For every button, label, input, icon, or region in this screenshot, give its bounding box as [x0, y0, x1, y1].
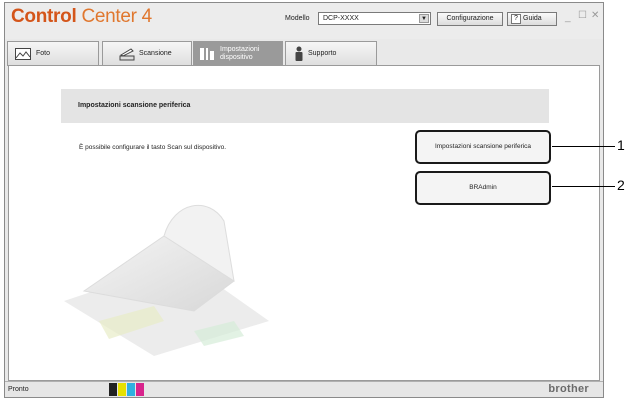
callout-number-1: 1: [617, 137, 625, 153]
model-value: DCP-XXXX: [323, 15, 359, 22]
status-bar: Pronto brother: [5, 381, 603, 397]
tab-impostazioni-dispositivo[interactable]: Impostazioni dispositivo: [193, 41, 283, 66]
callout-line-2: [552, 186, 615, 187]
maximize-icon[interactable]: ☐: [578, 10, 587, 21]
callout-number-2: 2: [617, 177, 625, 193]
app-window: Control Center 4 Modello DCP-XXXX ▼ Conf…: [4, 2, 604, 398]
scanner-icon: [119, 48, 135, 61]
app-logo: Control Center 4: [11, 6, 152, 27]
help-icon: ?: [511, 14, 521, 24]
tab-bar: Foto Scansione Impostazioni dispositivo …: [5, 41, 603, 67]
device-scan-settings-button[interactable]: Impostazioni scansione periferica: [415, 130, 551, 164]
device-settings-icon: [200, 48, 214, 60]
model-select[interactable]: DCP-XXXX ▼: [318, 12, 431, 25]
section-header: Impostazioni scansione periferica: [61, 89, 549, 123]
help-button[interactable]: ? Guida: [507, 12, 557, 26]
model-label: Modello: [285, 15, 310, 22]
description-text: È possibile configurare il tasto Scan su…: [79, 144, 227, 151]
callout-line-1: [552, 146, 615, 147]
tab-supporto[interactable]: Supporto: [285, 41, 377, 66]
main-panel: Impostazioni scansione periferica È poss…: [8, 65, 600, 381]
title-bar: Control Center 4 Modello DCP-XXXX ▼ Conf…: [5, 3, 603, 39]
chevron-down-icon[interactable]: ▼: [419, 14, 429, 23]
section-title: Impostazioni scansione periferica: [78, 102, 191, 109]
support-person-icon: [295, 46, 303, 61]
ink-level-icon: [109, 383, 144, 396]
tab-scansione[interactable]: Scansione: [102, 41, 192, 66]
configuration-button[interactable]: Configurazione: [437, 12, 503, 26]
printer-illustration: [64, 205, 269, 356]
brother-logo: brother: [548, 383, 589, 395]
status-text: Pronto: [8, 386, 29, 393]
tab-foto[interactable]: Foto: [7, 41, 99, 66]
bradmin-button[interactable]: BRAdmin: [415, 171, 551, 205]
minimize-icon[interactable]: _: [565, 12, 571, 23]
close-icon[interactable]: ✕: [591, 10, 599, 21]
photo-icon: [15, 48, 31, 60]
